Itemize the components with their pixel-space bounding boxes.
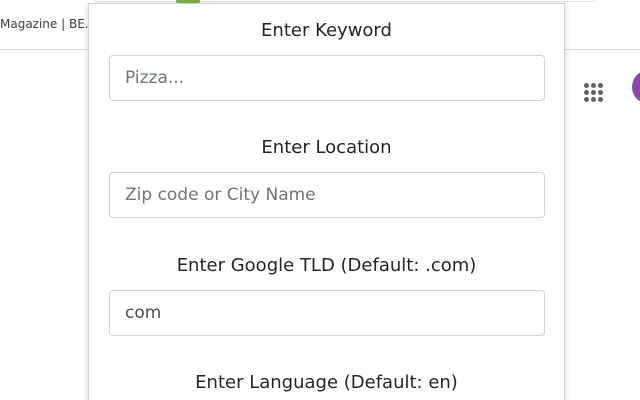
bookmark-item[interactable]: Magazine | BE. xyxy=(0,17,89,31)
location-label: Enter Location xyxy=(261,137,392,158)
apps-grid-icon[interactable] xyxy=(581,80,605,104)
account-avatar[interactable] xyxy=(632,70,640,104)
screen: Magazine | BE. Enter Keyword Enter Locat… xyxy=(0,0,640,400)
language-label: Enter Language (Default: en) xyxy=(195,372,458,393)
tld-input[interactable] xyxy=(109,290,545,336)
address-bar[interactable] xyxy=(90,0,598,2)
location-input[interactable] xyxy=(109,172,545,218)
keyword-input[interactable] xyxy=(109,55,545,101)
keyword-label: Enter Keyword xyxy=(261,20,392,41)
tld-label: Enter Google TLD (Default: .com) xyxy=(176,255,477,276)
extension-popup: Enter Keyword Enter Location Enter Googl… xyxy=(88,3,565,400)
